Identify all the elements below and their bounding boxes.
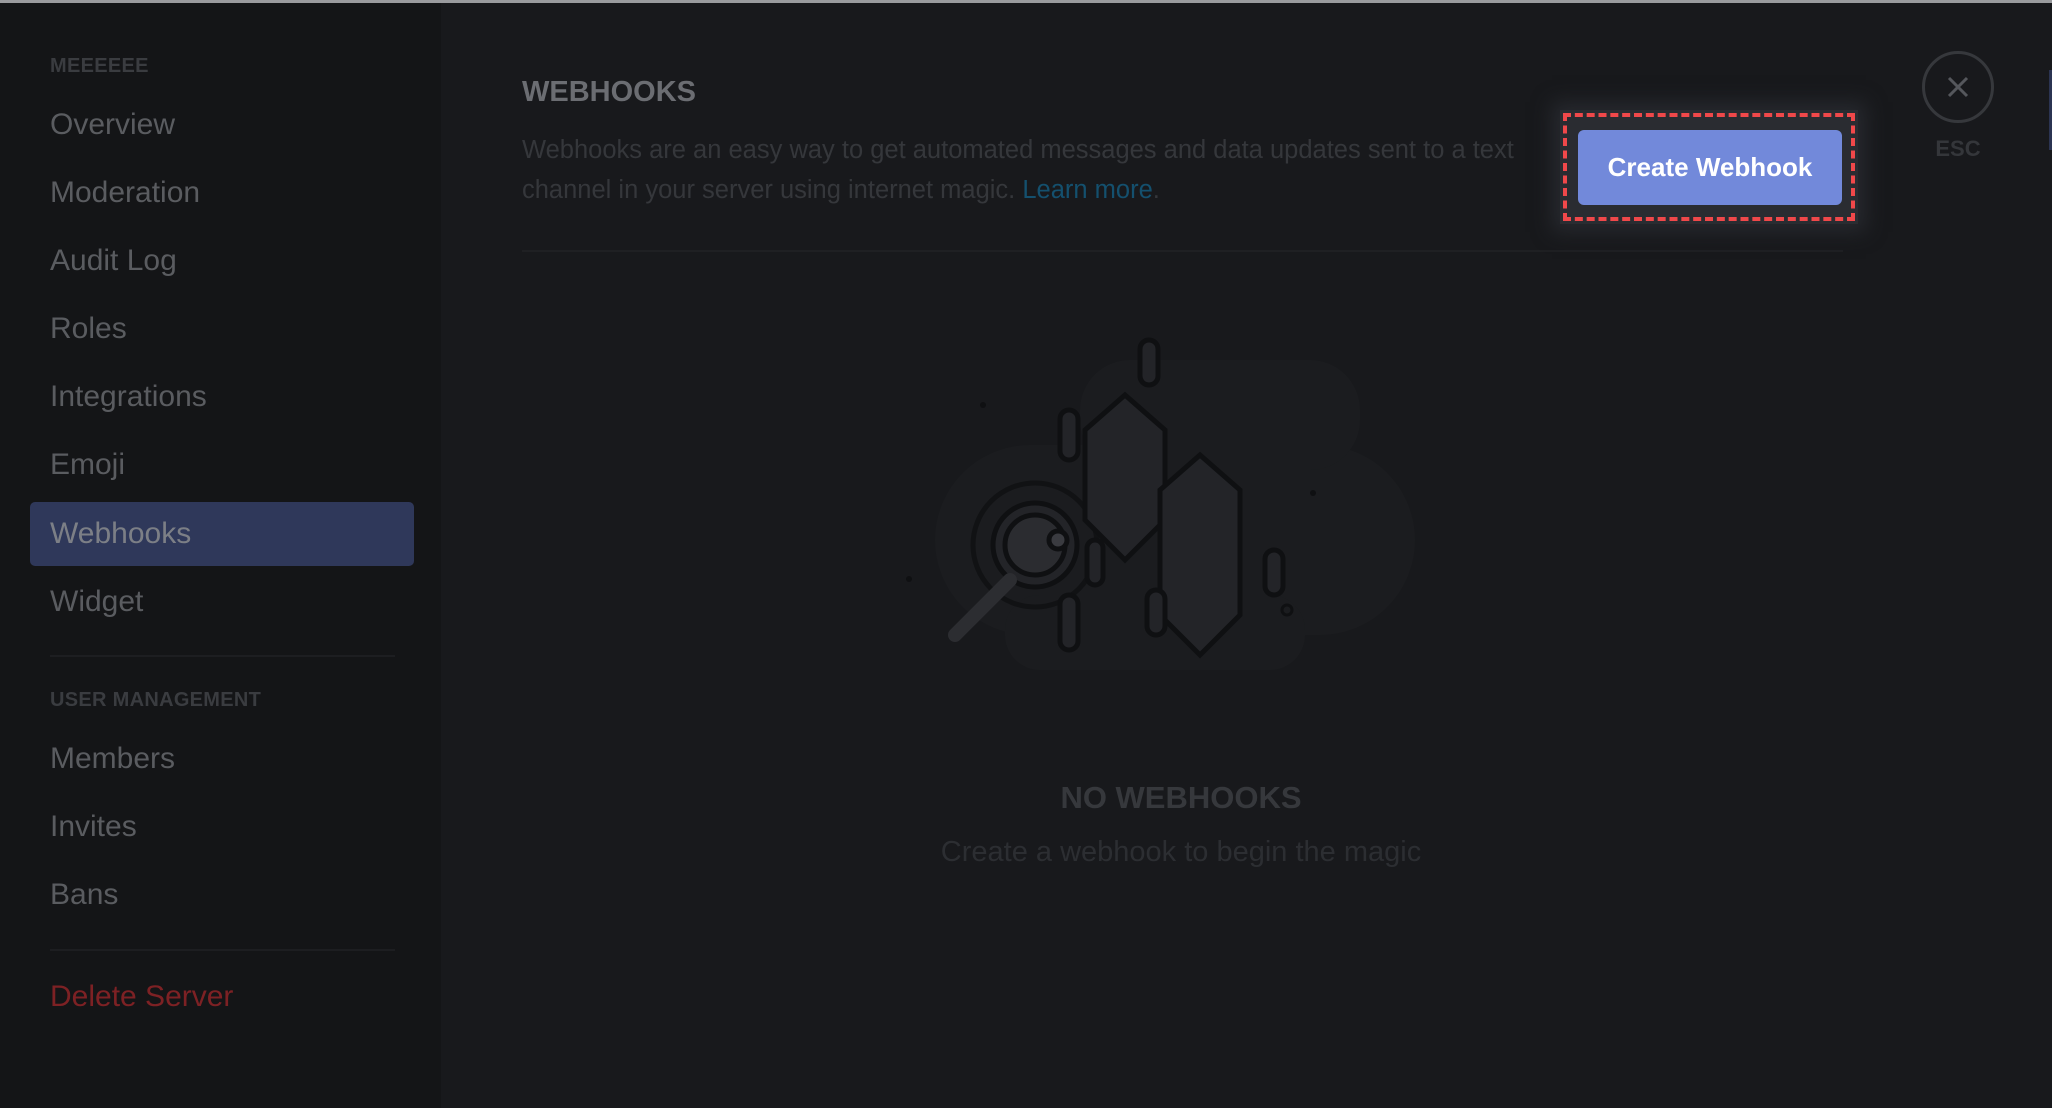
sidebar-item-invites[interactable]: Invites [30, 795, 414, 859]
sidebar-divider [50, 949, 395, 951]
empty-webhooks-illustration [906, 337, 1415, 670]
sidebar-item-bans[interactable]: Bans [30, 863, 414, 927]
delete-server-label: Delete Server [50, 980, 234, 1013]
sidebar-item-label: Roles [50, 312, 127, 345]
sidebar-item-webhooks[interactable]: Webhooks [30, 502, 414, 566]
sidebar-item-label: Bans [50, 878, 119, 911]
sidebar-item-label: Widget [50, 585, 144, 618]
sidebar-item-audit-log[interactable]: Audit Log [30, 229, 414, 293]
close-button[interactable] [1922, 51, 1994, 123]
learn-more-link[interactable]: Learn more [1022, 176, 1152, 204]
close-x-icon [1947, 76, 1969, 98]
delete-server-button[interactable]: Delete Server [30, 965, 414, 1029]
settings-sidebar: MEEEEEE Overview Moderation Audit Log Ro… [0, 3, 441, 1108]
esc-label: ESC [1935, 136, 1981, 161]
empty-state-title: NO WEBHOOKS [1060, 780, 1302, 815]
server-name-header: MEEEEEE [50, 55, 149, 77]
webhooks-description: Webhooks are an easy way to get automate… [522, 130, 1522, 210]
sidebar-item-overview[interactable]: Overview [30, 93, 414, 157]
sidebar-item-label: Integrations [50, 380, 207, 413]
description-suffix: . [1152, 176, 1160, 204]
sidebar-item-label: Audit Log [50, 244, 177, 277]
sidebar-item-emoji[interactable]: Emoji [30, 433, 414, 497]
sidebar-item-label: Overview [50, 108, 176, 141]
user-management-header: USER MANAGEMENT [50, 689, 262, 711]
sidebar-item-integrations[interactable]: Integrations [30, 365, 414, 429]
empty-state-subtitle: Create a webhook to begin the magic [940, 836, 1422, 868]
description-text: Webhooks are an easy way to get automate… [522, 136, 1514, 204]
sidebar-item-label: Moderation [50, 176, 201, 209]
sidebar-item-members[interactable]: Members [30, 727, 414, 791]
sidebar-item-moderation[interactable]: Moderation [30, 161, 414, 225]
sidebar-item-label: Members [50, 742, 176, 775]
page-title: WEBHOOKS [522, 76, 696, 109]
header-divider [522, 250, 1843, 252]
create-webhook-button[interactable]: Create Webhook [1578, 130, 1842, 205]
sidebar-item-roles[interactable]: Roles [30, 297, 414, 361]
sidebar-item-widget[interactable]: Widget [30, 570, 414, 634]
sidebar-item-label: Emoji [50, 448, 126, 481]
sidebar-item-label: Webhooks [50, 517, 192, 550]
sidebar-divider [50, 655, 395, 657]
sidebar-item-label: Invites [50, 810, 137, 843]
